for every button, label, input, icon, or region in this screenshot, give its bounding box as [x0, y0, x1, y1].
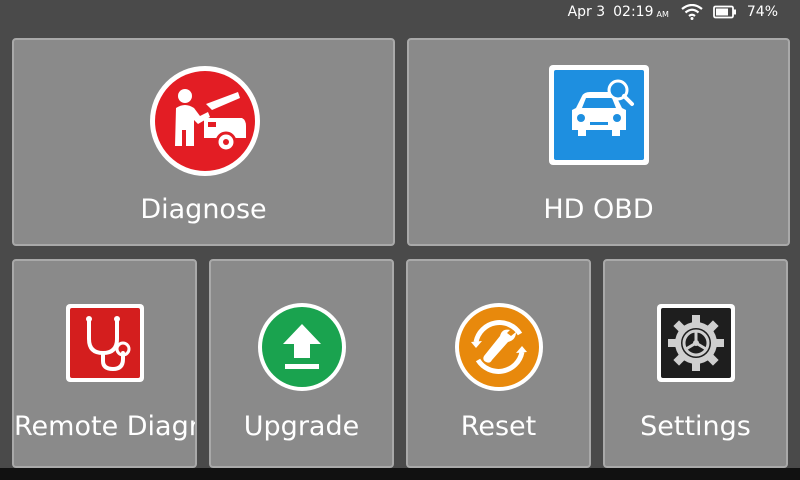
hd-obd-tile[interactable]: HD OBD	[407, 38, 790, 246]
upgrade-label: Upgrade	[243, 411, 360, 442]
upgrade-tile[interactable]: Upgrade	[209, 259, 394, 468]
wifi-icon	[681, 4, 703, 20]
mechanic-car-icon	[150, 66, 260, 176]
status-date: Apr 3	[567, 4, 606, 20]
hd-obd-label: HD OBD	[543, 194, 654, 225]
car-search-icon	[549, 65, 649, 165]
battery-percent: 74%	[746, 4, 778, 20]
diagnose-tile[interactable]: Diagnose	[12, 38, 395, 246]
status-bar: Apr 3 02:19 AM 74%	[0, 0, 800, 24]
remote-diagnose-label: Remote Diagnose	[14, 411, 195, 442]
status-ampm: AM	[656, 9, 669, 19]
settings-label: Settings	[640, 411, 751, 442]
bottom-bar	[0, 468, 800, 480]
battery-icon	[712, 5, 736, 19]
upload-arrow-icon	[258, 303, 346, 391]
wrench-reset-icon	[455, 303, 543, 391]
diagnose-label: Diagnose	[140, 194, 267, 225]
gear-icon	[657, 304, 735, 382]
stethoscope-icon	[66, 304, 144, 382]
status-time: 02:19	[613, 4, 654, 20]
reset-label: Reset	[460, 411, 537, 442]
settings-tile[interactable]: Settings	[603, 259, 788, 468]
remote-diagnose-tile[interactable]: Remote Diagnose	[12, 259, 197, 468]
reset-tile[interactable]: Reset	[406, 259, 591, 468]
